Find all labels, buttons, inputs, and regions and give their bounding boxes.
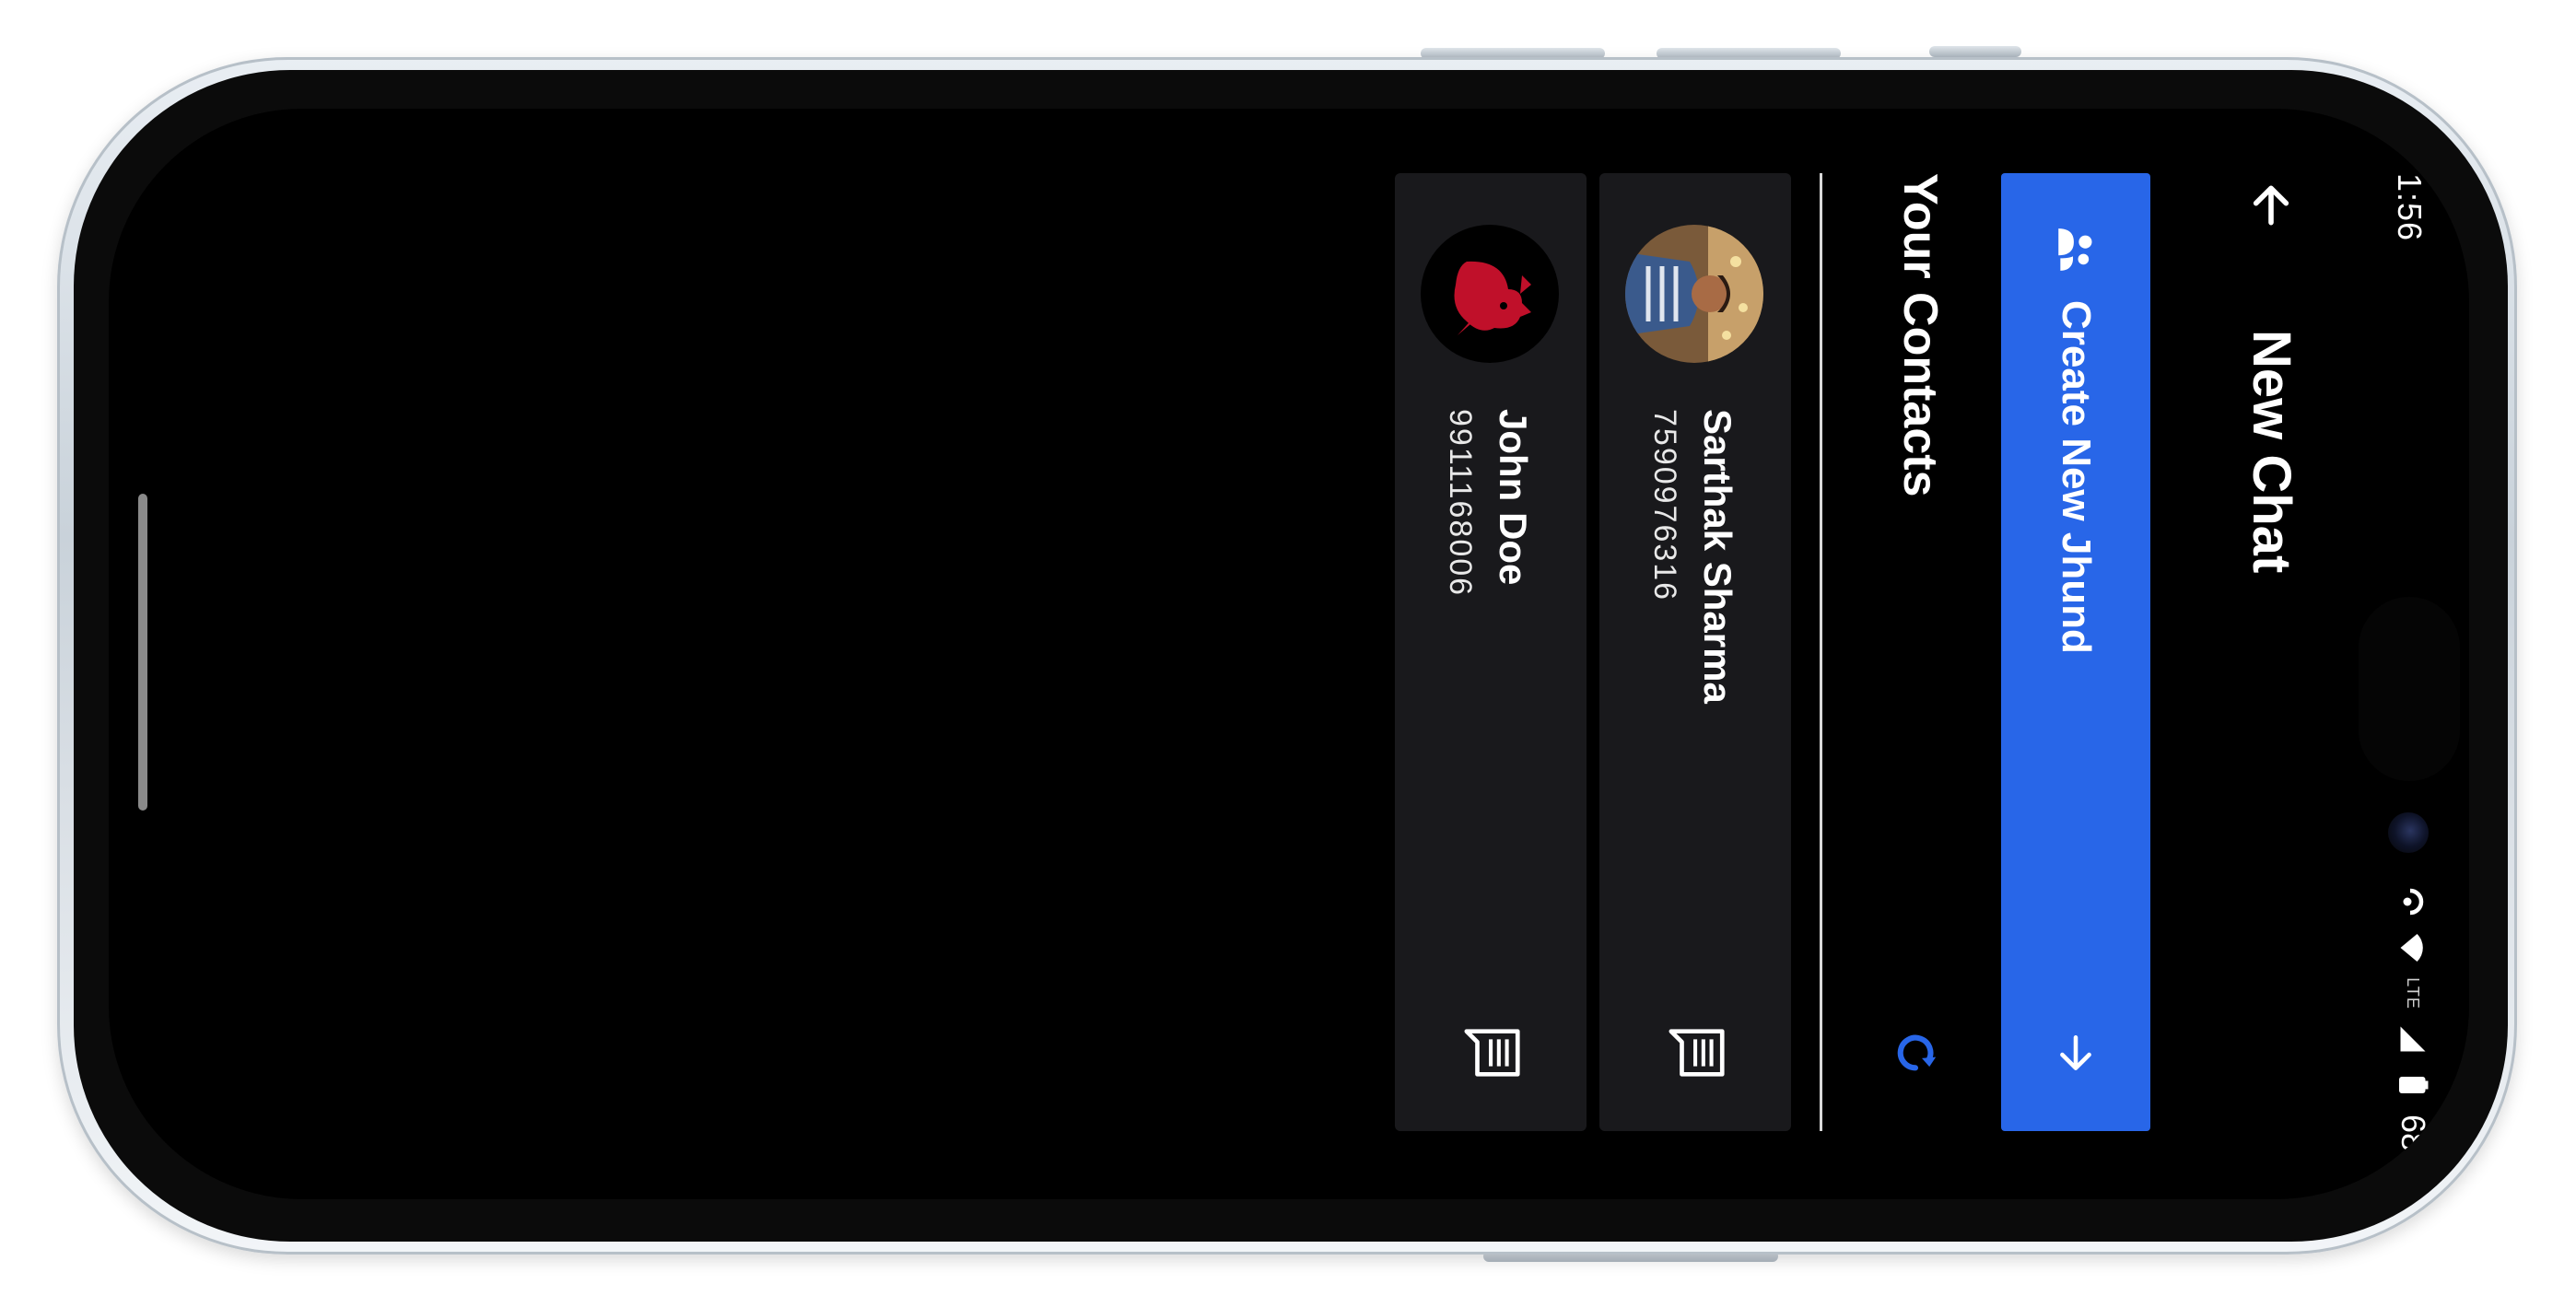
refresh-icon [1897,1034,1937,1071]
network-type-label: LTE [2404,977,2423,1009]
phone-screen: 1:56 LTE 68% New Chat Create New Jhund Y… [109,109,2469,1199]
contact-item[interactable]: John Doe 9911168006 [1395,173,1587,1131]
status-bar: 1:56 LTE 68% [2386,109,2469,1199]
contact-phone: 9911168006 [1443,409,1478,598]
avatar [1421,225,1559,363]
avatar [1625,225,1763,363]
back-button[interactable] [2239,173,2303,238]
contact-name: Sarthak Sharma [1696,409,1739,704]
canvas: 1:56 LTE 68% New Chat Create New Jhund Y… [0,0,2576,1307]
status-time: 1:56 [2391,173,2429,242]
contact-item[interactable]: Sarthak Sharma 7590976316 [1599,173,1791,1131]
status-icons: LTE 68% [2394,885,2432,1181]
battery-icon [2399,1076,2429,1093]
contact-phone: 7590976316 [1647,409,1682,602]
arrow-left-icon [2253,185,2289,226]
app-header: New Chat [2220,109,2322,1199]
message-icon[interactable] [1666,1021,1730,1085]
arrow-right-icon [2060,1035,2091,1070]
app-view: 1:56 LTE 68% New Chat Create New Jhund Y… [109,109,2469,1199]
refresh-button[interactable] [1883,1021,1948,1085]
battery-percent: 68% [2395,1114,2432,1181]
page-title: New Chat [2242,330,2301,574]
create-button-label: Create New Jhund [2054,300,2099,654]
contact-logo [1421,225,1559,363]
contact-name: John Doe [1492,409,1535,586]
signal-icon [2400,1026,2426,1052]
call-forward-icon [2403,889,2424,916]
wifi-icon [2400,934,2423,963]
contacts-section-header: Your Contacts [1874,173,1957,1131]
device-button-3 [1929,46,2021,57]
contact-photo [1625,225,1763,363]
section-divider [1820,173,1822,1131]
section-title: Your Contacts [1893,173,1947,497]
create-new-jhund-button[interactable]: Create New Jhund [2001,173,2150,1131]
message-icon[interactable] [1461,1021,1526,1085]
group-icon [2058,228,2092,271]
